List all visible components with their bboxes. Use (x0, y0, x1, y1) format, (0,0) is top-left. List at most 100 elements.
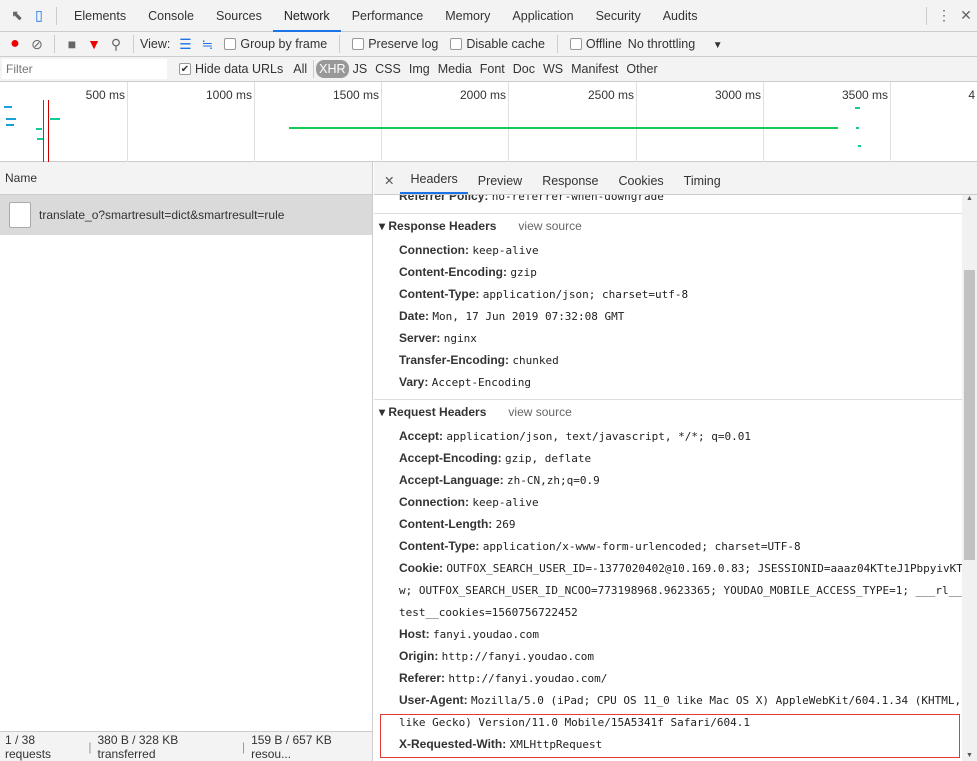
tick-label: 3000 ms (637, 82, 764, 162)
tab-preview[interactable]: Preview (468, 174, 532, 194)
inspect-element-icon[interactable]: ⬉ (6, 6, 28, 26)
header-value: zh-CN,zh;q=0.9 (507, 474, 600, 487)
capture-screenshots-icon[interactable]: ■ (61, 34, 83, 54)
checkmark-icon: ✔ (179, 63, 191, 75)
filter-icon[interactable]: ▼ (83, 34, 105, 54)
divider (339, 35, 341, 53)
scroll-down-icon[interactable]: ▼ (962, 752, 977, 759)
header-value: application/x-www-form-urlencoded; chars… (482, 540, 801, 553)
header-key: Date: (399, 309, 430, 323)
header-line: Server: nginx (399, 327, 477, 350)
header-line: Origin: http://fanyi.youdao.com (399, 645, 594, 668)
header-value: Mon, 17 Jun 2019 07:32:08 GMT (432, 310, 625, 323)
request-bar (6, 118, 16, 120)
header-line: test__cookies=1560756722452 (399, 601, 578, 624)
checkbox-icon (224, 38, 237, 50)
header-line: Accept: application/json, text/javascrip… (399, 425, 751, 448)
header-value: 269 (495, 518, 516, 531)
filter-css[interactable]: CSS (371, 62, 405, 76)
divider: | (88, 739, 92, 754)
request-headers-section[interactable]: ▾ Request Headers view source (379, 405, 572, 419)
device-toolbar-icon[interactable]: ▯ (28, 6, 50, 26)
header-line: Accept-Encoding: gzip, deflate (399, 447, 591, 470)
filter-all[interactable]: All (289, 62, 311, 76)
header-value: test__cookies=1560756722452 (399, 606, 578, 619)
search-icon[interactable]: ⚲ (105, 34, 127, 54)
more-options-icon[interactable]: ⋮ (933, 6, 955, 26)
divider (374, 399, 962, 400)
close-icon[interactable]: ✕ (955, 6, 977, 26)
filter-doc[interactable]: Doc (509, 62, 539, 76)
scroll-up-icon[interactable]: ▲ (962, 195, 977, 205)
name-column-header[interactable]: Name (0, 162, 372, 195)
filter-js[interactable]: JS (349, 62, 372, 76)
group-by-frame-label: Group by frame (240, 37, 328, 51)
disable-cache-checkbox[interactable]: Disable cache (450, 37, 545, 51)
requests-count: 1 / 38 requests (5, 732, 52, 761)
tab-timing[interactable]: Timing (674, 174, 731, 194)
tab-response[interactable]: Response (532, 174, 608, 194)
dom-content-loaded-line (43, 100, 44, 162)
header-key: Accept-Encoding: (399, 451, 502, 465)
offline-label: Offline (585, 37, 622, 51)
close-detail-icon[interactable]: ✕ (382, 173, 400, 194)
header-line: Content-Length: 269 (399, 513, 516, 536)
request-bar (6, 124, 14, 126)
view-source-link[interactable]: view source (508, 405, 571, 419)
filter-img[interactable]: Img (405, 62, 434, 76)
clear-icon[interactable]: ⊘ (26, 34, 48, 54)
preserve-log-checkbox[interactable]: Preserve log (352, 37, 438, 51)
tab-elements[interactable]: Elements (63, 0, 137, 32)
throttling-value: No throttling (627, 37, 696, 51)
header-line: Vary: Accept-Encoding (399, 371, 531, 394)
header-key: Host: (399, 627, 430, 641)
record-icon[interactable]: ● (4, 34, 26, 54)
filter-font[interactable]: Font (476, 62, 509, 76)
waterfall-icon[interactable]: ≒ (196, 34, 218, 54)
request-bar (50, 118, 60, 120)
tab-console[interactable]: Console (137, 0, 205, 32)
header-value: Mozilla/5.0 (iPad; CPU OS 11_0 like Mac … (471, 694, 962, 707)
tick-label: 3500 ms (764, 82, 891, 162)
filter-other[interactable]: Other (622, 62, 661, 76)
divider (54, 35, 55, 53)
header-key: Referrer Policy: (399, 195, 489, 203)
scrollbar[interactable]: ▲ ▼ (962, 195, 977, 761)
tab-memory[interactable]: Memory (434, 0, 501, 32)
scrollbar-thumb[interactable] (964, 270, 975, 560)
header-line: User-Agent: Mozilla/5.0 (iPad; CPU OS 11… (399, 689, 961, 712)
network-toolbar: ● ⊘ ■ ▼ ⚲ View: ☰ ≒ Group by frame Prese… (0, 32, 977, 57)
header-key: Server: (399, 331, 441, 345)
filter-manifest[interactable]: Manifest (567, 62, 622, 76)
tab-network[interactable]: Network (272, 0, 341, 32)
throttling-select[interactable]: No throttling ▼ (628, 37, 723, 51)
view-source-link[interactable]: view source (518, 219, 581, 233)
network-overview-timeline[interactable]: 500 ms 1000 ms 1500 ms 2000 ms 2500 ms 3… (0, 82, 977, 162)
tab-security[interactable]: Security (585, 0, 652, 32)
filter-input[interactable] (2, 59, 167, 79)
header-value: chunked (512, 354, 559, 367)
transferred-size: 380 B / 328 KB transferred (97, 732, 179, 761)
offline-checkbox[interactable]: Offline (569, 37, 622, 51)
filter-bar: ✔ Hide data URLs All XHR JS CSS Img Media… (0, 57, 977, 82)
filter-ws[interactable]: WS (539, 62, 567, 76)
request-bar (855, 107, 860, 109)
header-line: Content-Type: application/json; charset=… (399, 283, 688, 306)
tab-application[interactable]: Application (501, 0, 584, 32)
divider (926, 6, 927, 25)
tab-cookies[interactable]: Cookies (609, 174, 674, 194)
request-row[interactable]: translate_o?smartresult=dict&smartresult… (0, 195, 372, 235)
group-by-frame-checkbox[interactable]: Group by frame (224, 37, 327, 51)
tab-audits[interactable]: Audits (652, 0, 709, 32)
tab-performance[interactable]: Performance (341, 0, 435, 32)
response-headers-section[interactable]: ▾ Response Headers view source (379, 219, 582, 233)
header-value: fanyi.youdao.com (433, 628, 539, 641)
hide-data-urls-checkbox[interactable]: ✔ Hide data URLs (179, 62, 283, 76)
tab-headers[interactable]: Headers (400, 172, 468, 194)
header-key: Referer: (399, 671, 446, 685)
filter-media[interactable]: Media (434, 62, 476, 76)
filter-xhr[interactable]: XHR (316, 60, 349, 78)
tab-sources[interactable]: Sources (205, 0, 273, 32)
large-rows-icon[interactable]: ☰ (174, 34, 196, 54)
header-line: Connection: keep-alive (399, 491, 539, 514)
